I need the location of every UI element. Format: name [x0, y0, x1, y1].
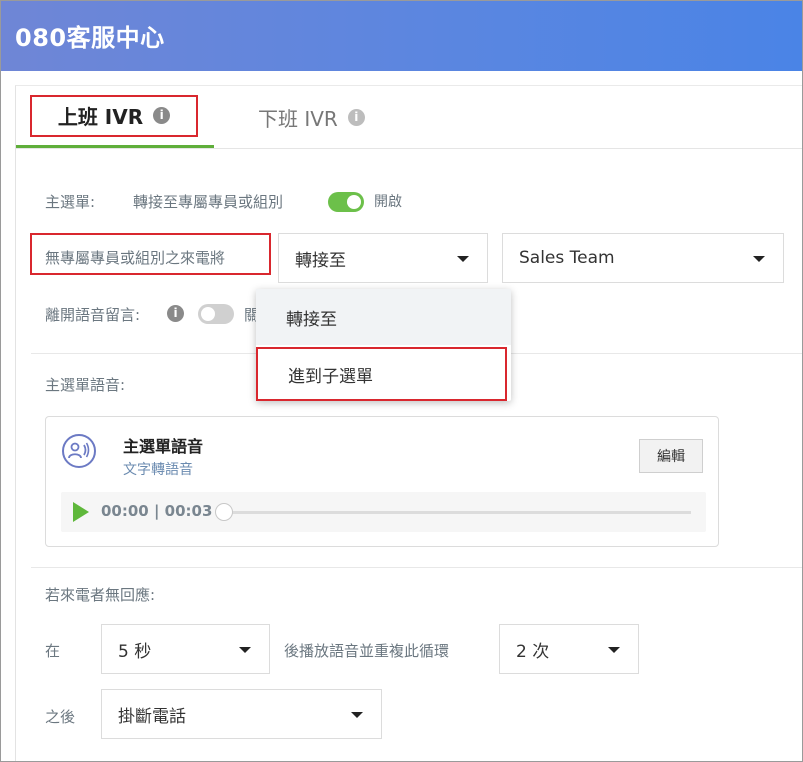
- chevron-down-icon: [239, 647, 251, 653]
- no-agent-action-select[interactable]: 轉接至: [278, 233, 488, 283]
- section-divider: [31, 567, 802, 568]
- chevron-down-icon: [351, 712, 363, 718]
- voice-icon: [62, 434, 96, 468]
- voicemail-label: 離開語音留言:: [45, 306, 141, 324]
- tab-divider: [16, 148, 802, 149]
- audio-player: 00:00 | 00:03: [61, 492, 706, 532]
- edit-button[interactable]: 編輯: [639, 439, 703, 473]
- info-icon[interactable]: i: [347, 108, 365, 126]
- no-agent-label: 無專屬專員或組別之來電將: [45, 249, 226, 267]
- toggle-on-label: 開啟: [374, 194, 402, 210]
- seconds-select[interactable]: 5 秒: [101, 624, 270, 674]
- voicemail-toggle[interactable]: [198, 304, 234, 324]
- main-menu-label: 主選單:: [45, 193, 96, 211]
- no-agent-action-value: 轉接至: [295, 250, 346, 271]
- seconds-value: 5 秒: [118, 641, 152, 662]
- chevron-down-icon: [457, 256, 469, 262]
- audio-progress-handle[interactable]: [215, 503, 233, 521]
- after-label: 之後: [45, 708, 76, 726]
- ivr-settings-window: 080客服中心 上班 IVR i 下班 IVR i 主選單: 轉接至專屬專員或組…: [0, 0, 803, 762]
- audio-title: 主選單語音: [123, 437, 204, 456]
- play-icon[interactable]: [73, 502, 89, 522]
- tab-night-ivr[interactable]: 下班 IVR i: [258, 86, 365, 148]
- dropdown-option-submenu[interactable]: 進到子選單: [256, 347, 507, 401]
- repeat-select[interactable]: 2 次: [499, 624, 639, 674]
- chevron-down-icon: [753, 256, 765, 262]
- action-dropdown-menu: 轉接至 進到子選單: [256, 289, 511, 401]
- transfer-dedicated-label: 轉接至專屬專員或組別: [133, 193, 284, 211]
- audio-progress-track[interactable]: [223, 511, 691, 514]
- tab-day-ivr-highlight: 上班 IVR i: [30, 94, 198, 137]
- audio-card: 主選單語音 文字轉語音 編輯 00:00 | 00:03: [45, 416, 719, 547]
- info-icon[interactable]: i: [167, 305, 184, 322]
- chevron-down-icon: [608, 647, 620, 653]
- no-response-label: 若來電者無回應:: [45, 586, 156, 604]
- tab-night-ivr-label: 下班 IVR: [258, 106, 338, 131]
- after-action-value: 掛斷電話: [118, 706, 186, 727]
- in-label: 在: [45, 642, 61, 660]
- dropdown-option-transfer[interactable]: 轉接至: [256, 289, 511, 345]
- menu-voice-label: 主選單語音:: [45, 376, 126, 394]
- replay-label: 後播放語音並重複此循環: [284, 642, 450, 660]
- app-header: 080客服中心: [1, 1, 802, 71]
- repeat-value: 2 次: [516, 641, 550, 662]
- info-icon[interactable]: i: [153, 107, 171, 124]
- no-agent-target-value: Sales Team: [519, 248, 615, 268]
- audio-time: 00:00 | 00:03: [101, 502, 213, 520]
- audio-subtitle: 文字轉語音: [123, 462, 193, 478]
- no-agent-target-select[interactable]: Sales Team: [502, 233, 784, 283]
- app-title: 080客服中心: [15, 24, 165, 52]
- after-action-select[interactable]: 掛斷電話: [101, 689, 382, 739]
- transfer-dedicated-toggle[interactable]: [328, 192, 364, 212]
- tab-day-ivr[interactable]: 上班 IVR i: [16, 86, 214, 148]
- tab-day-ivr-label: 上班 IVR: [57, 105, 144, 129]
